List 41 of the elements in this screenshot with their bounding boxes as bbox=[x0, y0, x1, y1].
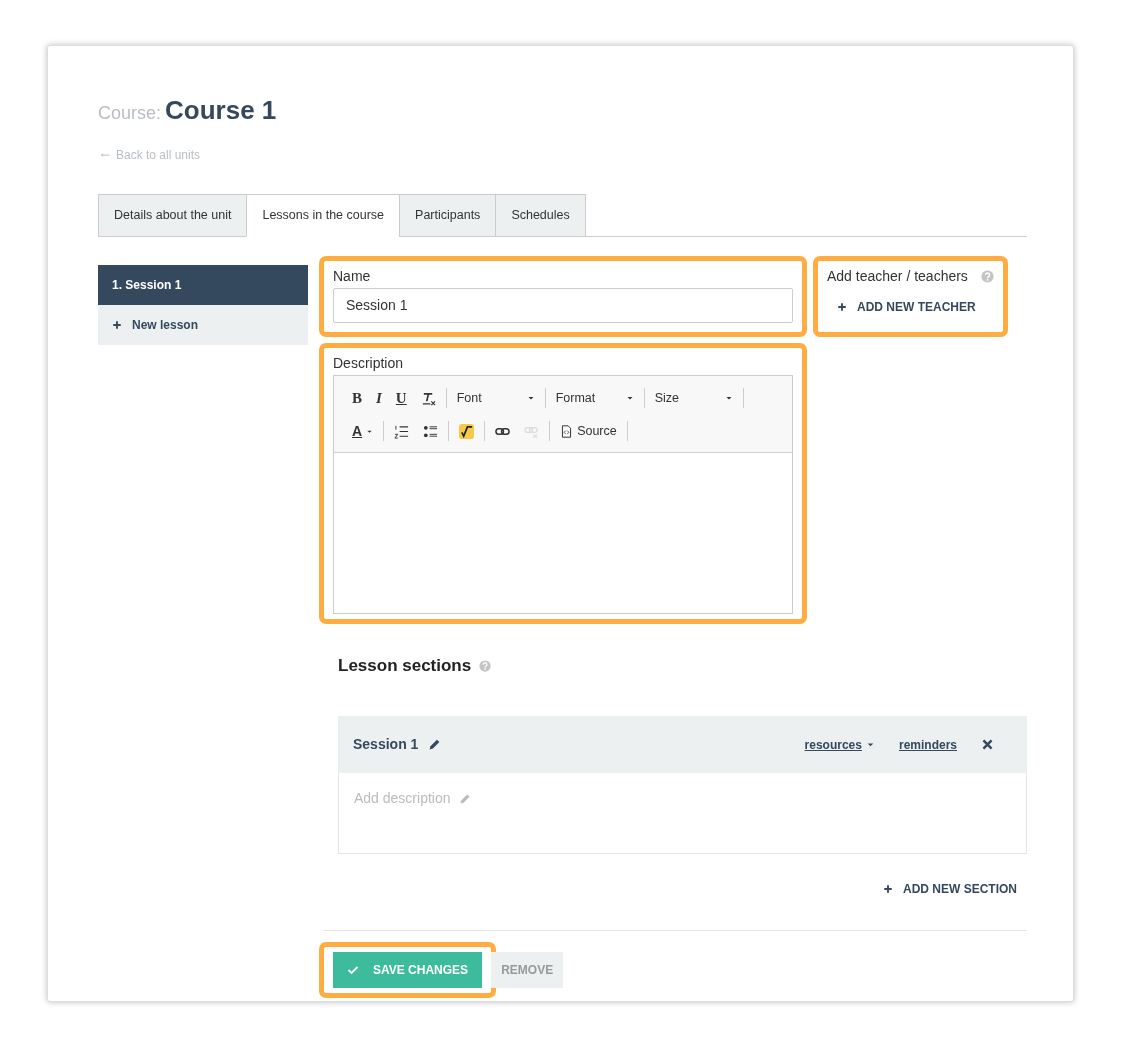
section-link[interactable]: reminders bbox=[898, 735, 957, 754]
bold-button[interactable]: B bbox=[346, 386, 368, 411]
plus-icon bbox=[883, 884, 893, 895]
italic-button[interactable]: I bbox=[370, 386, 388, 411]
help-icon bbox=[479, 659, 492, 672]
text-color-button[interactable]: A bbox=[346, 419, 380, 444]
document-icon bbox=[560, 424, 574, 438]
tab[interactable]: Details about the unit bbox=[98, 194, 248, 237]
tab[interactable]: Schedules bbox=[495, 194, 586, 237]
close-icon bbox=[981, 738, 994, 752]
help-icon bbox=[981, 270, 994, 284]
numbered-list-icon bbox=[394, 423, 410, 439]
section-heading: Lesson sections bbox=[338, 654, 472, 677]
field-label: Add teacher / teachers bbox=[827, 266, 968, 286]
rich-text-editor[interactable]: B I U Font Format Size A Source bbox=[333, 374, 793, 614]
tab[interactable]: Lessons in the course bbox=[246, 194, 401, 237]
add-section-button[interactable]: ADD NEW SECTION bbox=[873, 874, 1027, 905]
dropdown-button[interactable]: Font bbox=[450, 386, 541, 411]
field-label: Description bbox=[333, 353, 405, 373]
plus-icon bbox=[837, 301, 847, 312]
name-input[interactable]: Session 1 bbox=[333, 287, 793, 323]
tab[interactable]: Participants bbox=[399, 194, 497, 237]
add-teacher-button[interactable]: ADD NEW TEACHER bbox=[827, 291, 986, 322]
new-lesson-button[interactable]: New lesson bbox=[98, 304, 308, 345]
square-root-icon bbox=[459, 423, 475, 439]
pencil-icon bbox=[428, 738, 442, 752]
source-button[interactable]: Source bbox=[554, 419, 623, 444]
pencil-icon bbox=[458, 792, 471, 805]
underline-button[interactable]: U bbox=[389, 386, 413, 411]
course-label: Course: bbox=[98, 102, 162, 125]
plus-icon bbox=[112, 319, 122, 330]
section-link[interactable]: resources bbox=[804, 735, 875, 754]
bullet-list-icon bbox=[423, 423, 439, 439]
check-icon bbox=[347, 964, 359, 977]
clear-format-icon bbox=[420, 390, 436, 406]
course-title: Course 1 bbox=[165, 94, 277, 127]
field-label: Name bbox=[333, 266, 372, 286]
section-title: Session 1 bbox=[353, 735, 419, 755]
dropdown-button[interactable]: Format bbox=[549, 386, 640, 411]
lesson-item[interactable]: 1. Session 1 bbox=[98, 264, 308, 305]
dropdown-button[interactable]: Size bbox=[648, 386, 739, 411]
